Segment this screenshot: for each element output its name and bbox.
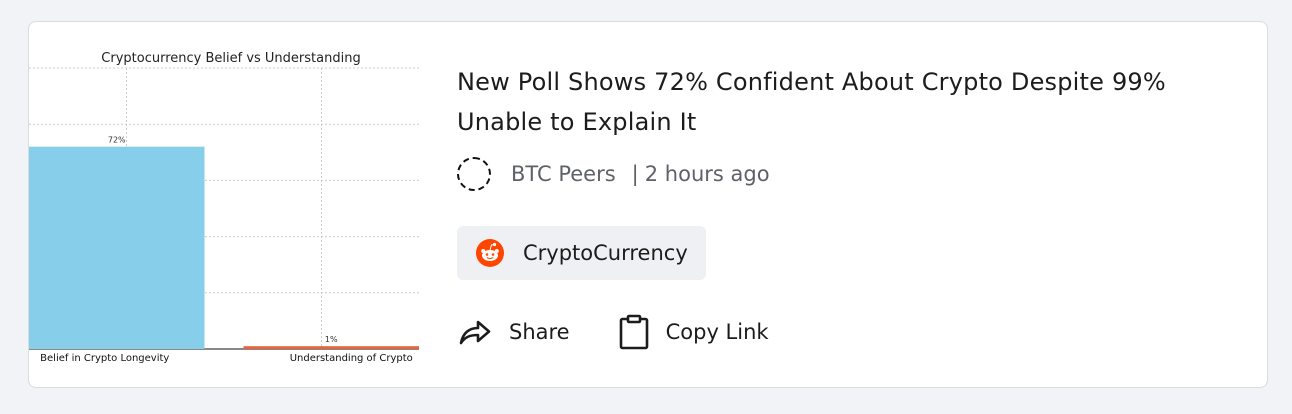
author-name[interactable]: BTC Peers: [511, 162, 616, 186]
article-headline[interactable]: New Poll Shows 72% Confident About Crypt…: [457, 62, 1217, 142]
x-tick-label-1: Understanding of Crypto: [290, 353, 413, 364]
copy-link-button[interactable]: Copy Link: [618, 314, 769, 350]
chart-title: Cryptocurrency Belief vs Understanding: [101, 51, 360, 66]
bar-1: [243, 346, 419, 349]
article-card[interactable]: Cryptocurrency Belief vs Understanding 7…: [28, 21, 1268, 388]
community-name: CryptoCurrency: [523, 241, 688, 265]
copy-link-label: Copy Link: [665, 320, 769, 344]
clipboard-icon: [619, 314, 648, 350]
reddit-icon: [476, 239, 504, 267]
article-details: New Poll Shows 72% Confident About Crypt…: [457, 22, 1237, 387]
author-avatar[interactable]: [457, 157, 491, 191]
post-time: 2 hours ago: [644, 162, 770, 186]
bar-0: [29, 146, 205, 349]
article-meta: BTC Peers | 2 hours ago: [457, 156, 770, 192]
community-chip[interactable]: CryptoCurrency: [457, 226, 706, 280]
share-arrow-icon: [459, 320, 491, 345]
share-button[interactable]: Share: [457, 316, 570, 348]
bar-chart: Cryptocurrency Belief vs Understanding 7…: [29, 51, 419, 364]
chart-thumbnail: Cryptocurrency Belief vs Understanding 7…: [29, 22, 449, 387]
bar-value-label-0: 72%: [108, 136, 126, 145]
share-label: Share: [509, 320, 570, 344]
x-tick-label-0: Belief in Crypto Longevity: [40, 353, 169, 364]
bar-value-label-1: 1%: [325, 335, 338, 344]
meta-separator: |: [631, 162, 639, 186]
article-actions: Share Copy Link: [457, 310, 817, 354]
